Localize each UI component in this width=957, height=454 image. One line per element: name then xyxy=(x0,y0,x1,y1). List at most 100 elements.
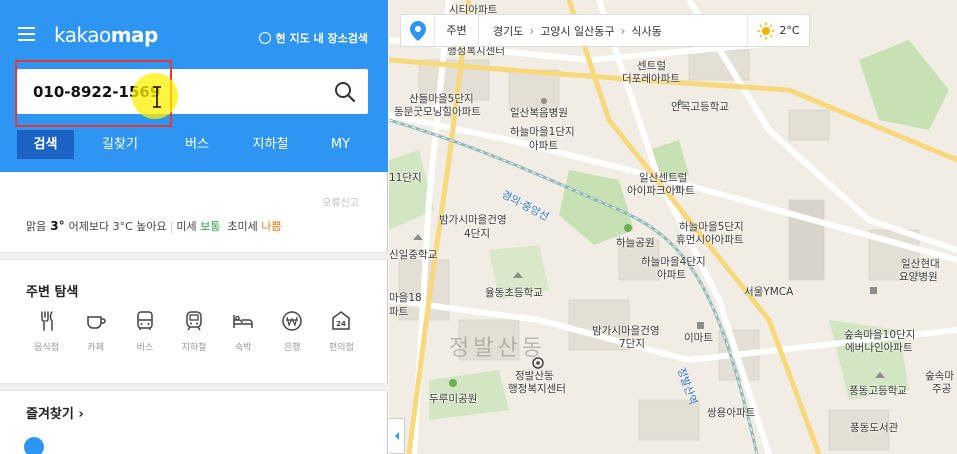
map-label: 에버나인아파트 xyxy=(845,342,913,354)
ultra-dust-label: 초미세 xyxy=(227,220,258,233)
sun-icon xyxy=(757,22,775,39)
map-label: 산들마을5단지 xyxy=(409,93,474,105)
map-label: 정발산동 xyxy=(515,370,554,382)
map-weather-temp: 2°C xyxy=(779,24,800,37)
home-icon[interactable] xyxy=(24,437,44,454)
report-error-link[interactable]: 오류신고 xyxy=(322,194,359,209)
chevron-right-icon: › xyxy=(529,23,535,38)
category-lodging[interactable]: 숙박 xyxy=(219,309,268,359)
category-restaurant[interactable]: 음식점 xyxy=(22,309,71,359)
category-label: 음식점 xyxy=(34,343,59,353)
breadcrumb-province[interactable]: 경기도 xyxy=(493,23,523,39)
map-label: 아파트 xyxy=(657,269,686,281)
category-convenience-store[interactable]: 24 편의점 xyxy=(317,309,366,359)
map-label: 신일중학교 xyxy=(389,249,438,261)
map-label: 아파트 xyxy=(529,140,558,152)
area-search-button[interactable]: 현 지도 내 장소검색 xyxy=(258,30,368,46)
convenience-store-icon: 24 xyxy=(332,311,351,330)
search-icon[interactable] xyxy=(334,81,356,103)
weather-summary: 맑음 3° 어제보다 3°C 높아요 | 미세 보통 초미세 나쁨 xyxy=(26,219,282,233)
kakaomap-logo[interactable]: kakaomap xyxy=(54,23,158,47)
map-label: 두루미공원 xyxy=(429,393,478,405)
map-label: 더포레아파트 xyxy=(622,73,680,85)
category-cafe[interactable]: 카페 xyxy=(71,309,120,359)
weather-compare: 어제보다 3°C 높아요 xyxy=(68,220,167,233)
lodging-icon xyxy=(233,315,253,328)
search-input[interactable] xyxy=(17,69,317,114)
tab-directions[interactable]: 길찾기 xyxy=(74,130,166,159)
location-pin-icon[interactable] xyxy=(401,14,435,47)
tab-my[interactable]: MY xyxy=(313,130,368,159)
chevron-right-icon: › xyxy=(620,23,626,38)
bank-icon xyxy=(282,311,303,331)
sidebar: kakaomap 현 지도 내 장소검색 검색 길찾기 버스 지하철 MY 오류… xyxy=(0,0,388,454)
map-label: 일산현대 xyxy=(901,258,940,270)
map-label: 일산센트럴 xyxy=(639,172,688,184)
search-header: kakaomap 현 지도 내 장소검색 검색 길찾기 버스 지하철 MY xyxy=(0,0,388,172)
section-divider xyxy=(0,383,388,391)
chevron-left-icon xyxy=(394,432,399,440)
map-label: 숲속마 xyxy=(925,370,954,382)
tab-search[interactable]: 검색 xyxy=(17,130,74,159)
map-label: 휴먼시아아파트 xyxy=(676,234,744,246)
subway-icon xyxy=(186,311,202,331)
map-label: 쌍용아파트 xyxy=(707,407,756,419)
map-label: 밤가시마을건영 xyxy=(439,214,507,226)
collapse-sidebar-button[interactable] xyxy=(389,418,405,454)
map-label: 아이파크아파트 xyxy=(627,185,695,197)
map-label: 하늘마을4단지 xyxy=(641,256,706,268)
category-bank[interactable]: 은행 xyxy=(268,309,317,359)
map-location-bar: 주변 경기도 › 고양시 일산동구 › 식사동 2°C xyxy=(400,14,810,47)
map-label: 일산복음병원 xyxy=(510,107,568,119)
map-label: 파트 xyxy=(389,306,409,318)
map-label: 풍동도서관 xyxy=(850,422,899,434)
fine-dust-value: 보통 xyxy=(200,220,221,233)
map-label: 주공 xyxy=(932,383,952,395)
tab-bus[interactable]: 버스 xyxy=(166,130,228,159)
map-view[interactable]: 정발산동 시티아파트 행정복지센터 산들마을5단지 동문굿모닝힐아파트 일산복음… xyxy=(389,0,957,454)
logo-text-kakao: kakao xyxy=(54,23,111,47)
map-label: 동문굿모닝힐아파트 xyxy=(394,106,481,118)
breadcrumb-dong[interactable]: 식사동 xyxy=(631,23,661,39)
category-label: 편의점 xyxy=(328,343,354,353)
category-label: 버스 xyxy=(136,343,154,353)
weather-temp: 3° xyxy=(50,219,65,233)
svg-text:24: 24 xyxy=(337,320,347,328)
radio-circle-icon xyxy=(258,32,271,44)
map-label: 하늘마을5단지 xyxy=(679,221,744,233)
tab-subway[interactable]: 지하철 xyxy=(228,130,313,159)
category-subway[interactable]: 지하철 xyxy=(169,309,218,359)
category-bus[interactable]: 버스 xyxy=(120,309,169,359)
map-label: 이마트 xyxy=(684,332,713,344)
map-label: 요양병원 xyxy=(899,271,938,283)
weather-condition: 맑음 xyxy=(26,220,47,233)
map-label: 4단지 xyxy=(464,228,491,240)
menu-icon[interactable] xyxy=(18,27,35,41)
region-breadcrumb: 경기도 › 고양시 일산동구 › 식사동 xyxy=(479,23,747,39)
nearby-button[interactable]: 주변 xyxy=(435,14,479,47)
bus-icon xyxy=(137,311,153,330)
map-weather[interactable]: 2°C xyxy=(747,14,809,47)
favorites-link[interactable]: 즐겨찾기 › xyxy=(26,403,84,422)
breadcrumb-city[interactable]: 고양시 일산동구 xyxy=(540,23,614,39)
district-watermark: 정발산동 xyxy=(449,336,546,361)
section-divider xyxy=(0,252,388,260)
restaurant-icon xyxy=(40,311,53,331)
category-label: 은행 xyxy=(283,343,301,353)
map-label: 풍동고등학교 xyxy=(849,385,907,397)
map-label: 행정복지센터 xyxy=(508,383,566,395)
map-label: 서울YMCA xyxy=(744,286,794,298)
map-label: 하늘마을1단지 xyxy=(510,126,575,138)
area-search-label: 현 지도 내 장소검색 xyxy=(275,32,368,45)
map-label: 7단지 xyxy=(619,338,646,350)
fine-dust-label: 미세 xyxy=(176,220,197,233)
category-label: 숙박 xyxy=(234,343,252,353)
category-label: 지하철 xyxy=(181,343,207,353)
map-label: 센트럴 xyxy=(637,60,666,72)
category-label: 카페 xyxy=(87,343,104,353)
map-label: 마을18 xyxy=(389,292,422,304)
map-label: 율동초등학교 xyxy=(485,287,543,299)
map-label: 안곡고등학교 xyxy=(671,101,729,113)
logo-text-map: map xyxy=(110,23,159,47)
nearby-categories: 음식점 카페 버스 지하철 숙박 은행 24 편의점 xyxy=(22,309,366,359)
